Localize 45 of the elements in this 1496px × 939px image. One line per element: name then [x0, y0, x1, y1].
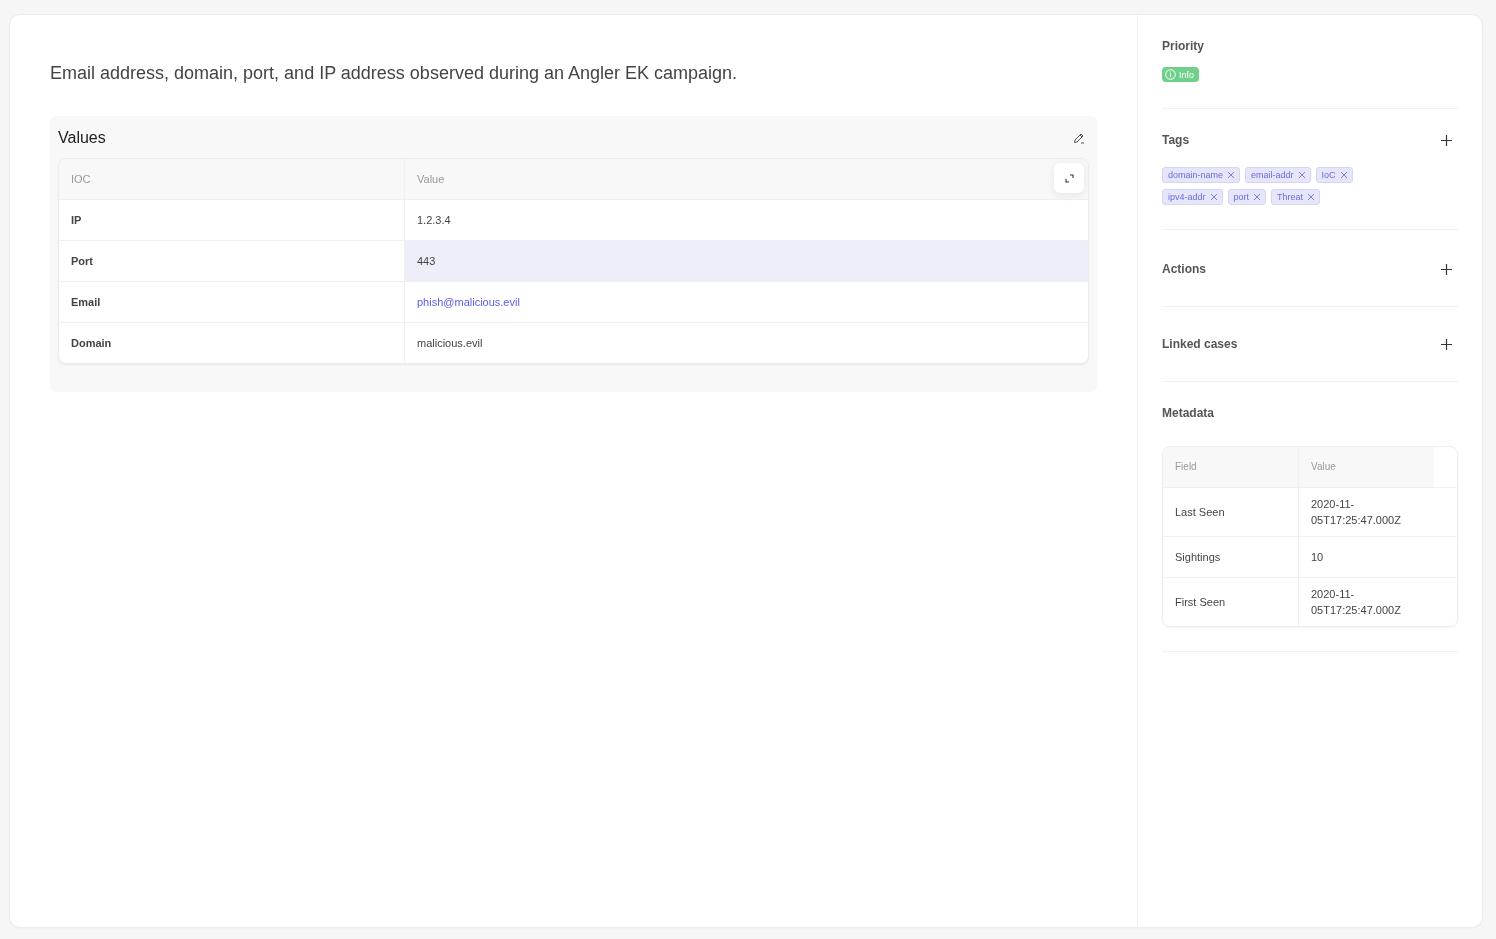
info-icon: [1165, 69, 1176, 80]
table-cell: 2020-11-05T17:25:47.000Z: [1298, 578, 1434, 626]
table-cell-text: Email: [70, 295, 102, 310]
tag-chip[interactable]: Threat: [1271, 189, 1321, 205]
table-cell-text: Domain: [70, 336, 113, 351]
table-cell: malicious.evil: [404, 323, 1088, 363]
plus-icon[interactable]: [1441, 263, 1452, 275]
close-icon[interactable]: [1228, 172, 1235, 178]
section-title: Metadata: [1162, 406, 1214, 420]
table-cell: 1.2.3.4: [404, 200, 1088, 240]
section-title: Linked cases: [1162, 337, 1238, 351]
column-header: Field: [1163, 447, 1298, 487]
close-icon[interactable]: [1254, 194, 1261, 200]
table-cell-text: Sightings: [1174, 550, 1222, 565]
table-cell: 10: [1298, 537, 1434, 577]
table-cell-text: First Seen: [1174, 595, 1227, 610]
table-cell-text: IP: [70, 213, 83, 228]
column-header: Value: [1298, 447, 1434, 487]
section-title: Priority: [1162, 39, 1204, 53]
close-icon[interactable]: [1308, 194, 1315, 200]
expand-icon: [1064, 173, 1074, 183]
priority-badge: Info: [1162, 67, 1199, 82]
plus-icon[interactable]: [1441, 338, 1452, 350]
column-header: Value: [404, 159, 1088, 199]
expand-button[interactable]: [1054, 163, 1084, 193]
description-text: Email address, domain, port, and IP address observed during an Angler EK campaign.: [50, 63, 739, 84]
table-cell-text: Port: [70, 254, 94, 269]
close-icon[interactable]: [1210, 194, 1217, 200]
section-title: Values: [58, 129, 106, 147]
tag-chip[interactable]: IoC: [1315, 167, 1353, 183]
tag-chip[interactable]: email-addr: [1245, 167, 1311, 183]
section-title: Tags: [1162, 133, 1190, 147]
table-cell-text: Last Seen: [1174, 505, 1226, 520]
close-icon[interactable]: [1340, 172, 1347, 178]
tag-chip[interactable]: domain-name: [1162, 167, 1241, 183]
email-link[interactable]: phish@malicious.evil: [417, 296, 520, 308]
close-icon[interactable]: [1298, 172, 1305, 178]
column-header: IOC: [59, 159, 404, 199]
section-title: Actions: [1162, 262, 1206, 276]
table-cell: 443: [404, 241, 1088, 281]
plus-icon[interactable]: [1441, 134, 1452, 146]
tag-chip[interactable]: port: [1227, 189, 1267, 205]
pencil-icon: [1073, 132, 1085, 144]
table-cell: 2020-11-05T17:25:47.000Z: [1298, 488, 1434, 536]
tag-chip[interactable]: ipv4-addr: [1162, 189, 1223, 205]
